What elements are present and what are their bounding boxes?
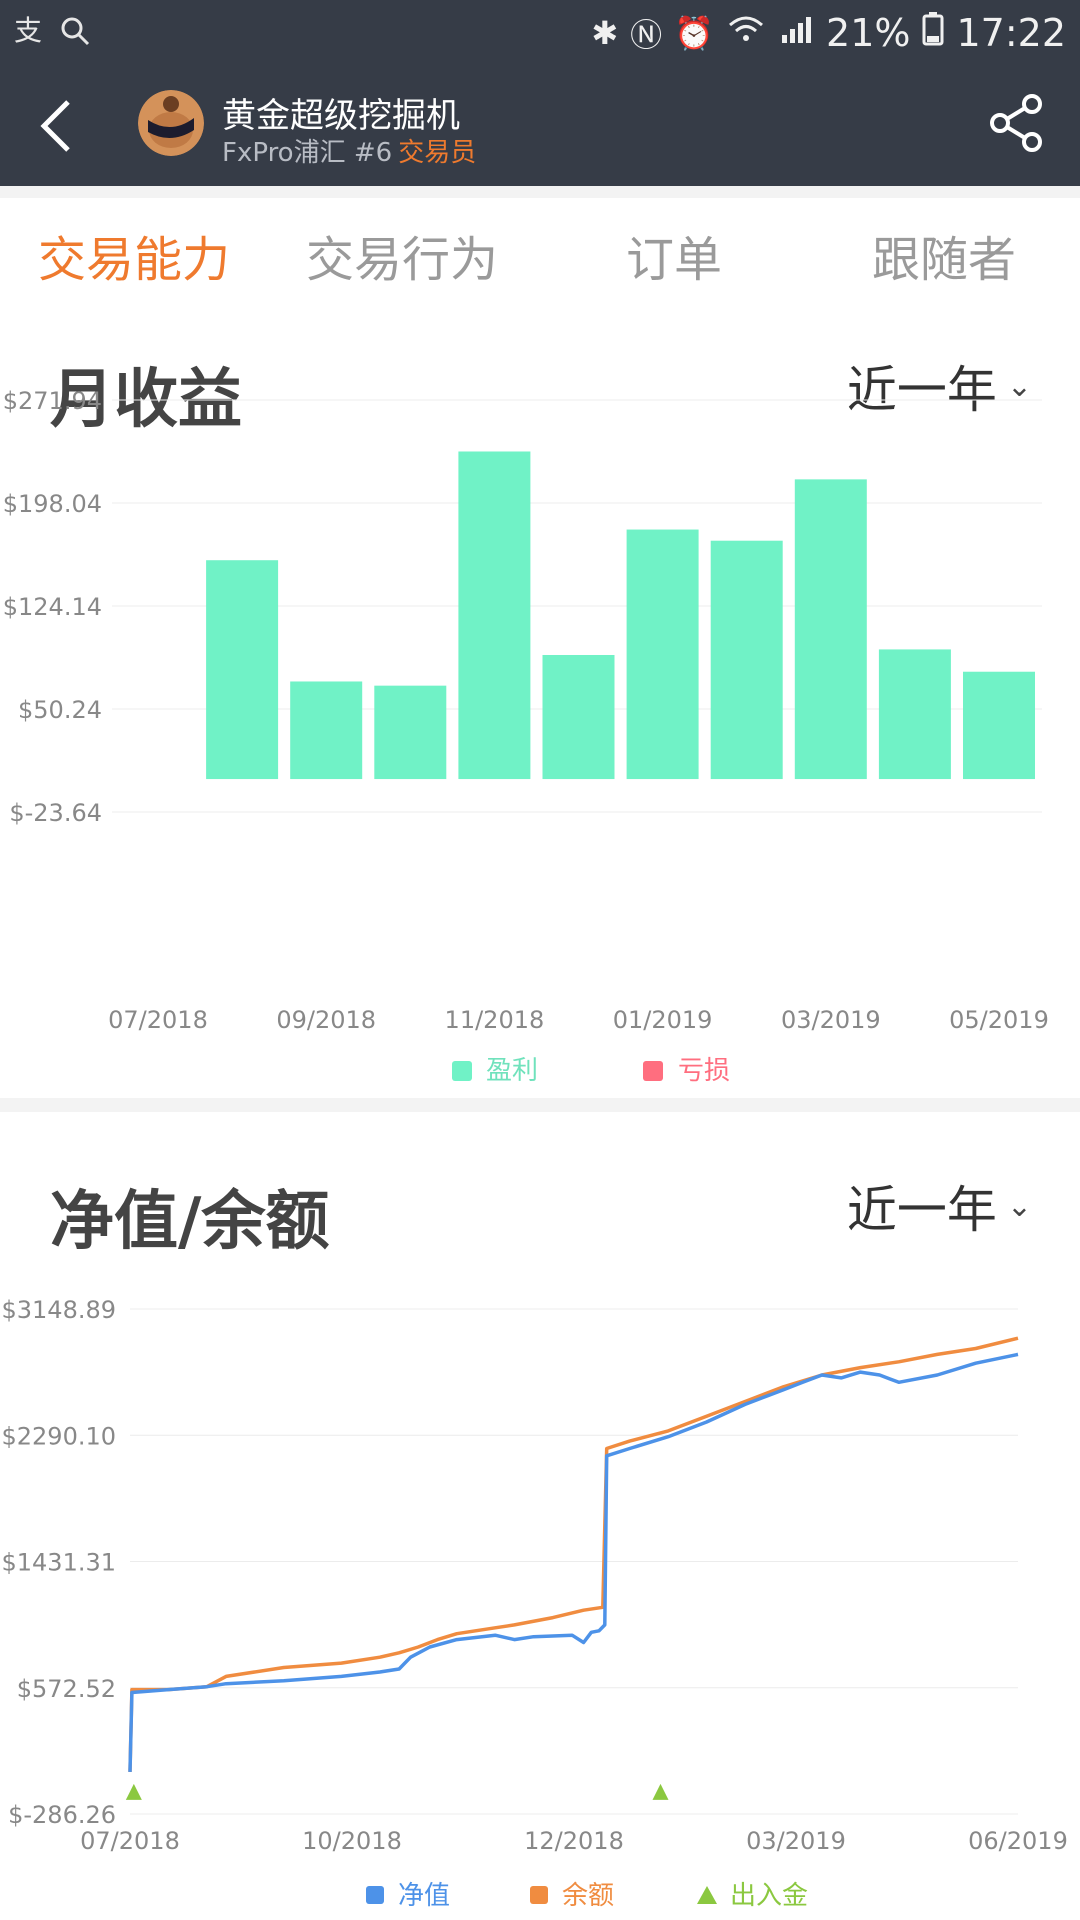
- y-tick-label: $271.94: [3, 387, 102, 415]
- status-right: ✱ Ⓝ ⏰ 21% 17:22: [591, 10, 1066, 56]
- legend-profit-swatch: [452, 1061, 472, 1081]
- monthly-bar-chart: $271.94 $198.04 $124.14 $50.24 $-23.64 07/20…: [3, 387, 1049, 1086]
- x-tick-label: 07/2018: [108, 1006, 208, 1034]
- legend-balance-swatch: [530, 1886, 548, 1904]
- legend-equity-swatch: [366, 1886, 384, 1904]
- search-icon: [58, 17, 94, 54]
- legend-deposit-label: 出入金: [730, 1881, 808, 1911]
- bar-05/2019[interactable]: [963, 671, 1035, 780]
- trader-subtitle: FxPro浦汇 #6 交易员: [222, 132, 476, 169]
- legend-loss-swatch: [643, 1061, 663, 1081]
- x-tick-label: 03/2019: [781, 1006, 881, 1034]
- equity-line-chart: $3148.89$2290.10$1431.31$572.52$-286.26 …: [1, 1296, 1068, 1911]
- x-tick-label: 09/2018: [276, 1006, 376, 1034]
- role-badge: 交易员: [398, 138, 477, 168]
- x-tick-label: 05/2019: [949, 1006, 1049, 1034]
- bar-04/2019[interactable]: [878, 649, 951, 780]
- monthly-legend: 盈利 亏损: [452, 1056, 730, 1086]
- wifi-icon: [726, 13, 766, 53]
- y-tick-label: $124.14: [3, 593, 102, 621]
- signal-icon: [778, 13, 814, 53]
- tab-trading-ability[interactable]: 交易能力: [38, 220, 230, 290]
- tab-trading-behavior[interactable]: 交易行为: [306, 220, 498, 290]
- svg-text:支: 支: [14, 14, 42, 46]
- x-tick-label: 03/2019: [746, 1827, 846, 1855]
- app-bar: 黄金超级挖掘机 FxPro浦汇 #6 交易员: [0, 66, 1080, 186]
- y-tick-label: $-286.26: [8, 1801, 116, 1829]
- chevron-left-icon: [40, 100, 70, 152]
- y-tick-label: $50.24: [18, 696, 102, 724]
- back-button[interactable]: [28, 90, 98, 160]
- clock: 17:22: [956, 11, 1066, 55]
- bar-02/2019[interactable]: [710, 540, 783, 780]
- battery-percent: 21%: [826, 11, 911, 55]
- equity-balance-card: 净值/余额 近一年 ⌄ $3148.89 $2290.10 $1431.31 $572…: [0, 1112, 1080, 1920]
- alipay-icon: 支: [12, 14, 58, 54]
- bar-01/2019[interactable]: [626, 529, 699, 780]
- x-tick-label: 07/2018: [80, 1827, 180, 1855]
- deposit-marker[interactable]: [652, 1783, 669, 1800]
- y-tick-label: $3148.89: [1, 1296, 116, 1324]
- status-bar: 支 ✱ Ⓝ ⏰ 21% 17:22: [0, 0, 1080, 66]
- equity-legend: 净值 余额 出入金: [366, 1881, 808, 1911]
- equity-line: [128, 1352, 1019, 1772]
- share-icon: [990, 94, 1042, 152]
- y-tick-label: $-23.64: [9, 799, 102, 827]
- monthly-returns-card: 月收益 近一年 ⌄ $271.94 $198.04 $124.14 $50.24 $-2…: [0, 298, 1080, 1098]
- x-tick-label: 06/2019: [968, 1827, 1068, 1855]
- nfc-icon: Ⓝ: [630, 16, 663, 54]
- x-tick-label: 10/2018: [302, 1827, 402, 1855]
- x-tick-label: 01/2019: [613, 1006, 713, 1034]
- status-left: 支: [12, 14, 94, 54]
- balance-line: [128, 1336, 1019, 1772]
- legend-loss-label: 亏损: [678, 1056, 730, 1086]
- legend-balance-label: 余额: [562, 1881, 614, 1911]
- legend-deposit-swatch: [697, 1886, 717, 1904]
- battery-icon: [922, 12, 944, 54]
- tab-followers[interactable]: 跟随者: [872, 220, 1016, 290]
- tab-orders[interactable]: 订单: [626, 220, 722, 290]
- y-tick-label: $198.04: [3, 490, 102, 518]
- broker-rank: FxPro浦汇 #6: [222, 138, 393, 168]
- bar-03/2019[interactable]: [794, 479, 867, 780]
- legend-profit-label: 盈利: [486, 1056, 538, 1086]
- y-tick-label: $572.52: [17, 1675, 116, 1703]
- bluetooth-icon: ✱: [591, 14, 619, 52]
- share-button[interactable]: [982, 88, 1052, 158]
- deposit-marker[interactable]: [125, 1783, 142, 1800]
- bar-11/2018[interactable]: [458, 451, 531, 780]
- y-tick-label: $2290.10: [1, 1422, 116, 1450]
- trader-name: 黄金超级挖掘机: [222, 96, 460, 136]
- avatar[interactable]: [138, 90, 204, 156]
- tab-bar: 交易能力 交易行为 订单 跟随者: [0, 198, 1080, 298]
- bar-10/2018[interactable]: [374, 685, 447, 780]
- x-tick-label: 11/2018: [445, 1006, 545, 1034]
- alarm-icon: ⏰: [674, 14, 715, 52]
- y-tick-label: $1431.31: [1, 1549, 116, 1577]
- legend-equity-label: 净值: [398, 1881, 450, 1911]
- x-tick-label: 12/2018: [524, 1827, 624, 1855]
- bar-09/2018[interactable]: [290, 681, 363, 780]
- bar-12/2018[interactable]: [542, 654, 615, 780]
- bar-08/2018[interactable]: [206, 560, 279, 780]
